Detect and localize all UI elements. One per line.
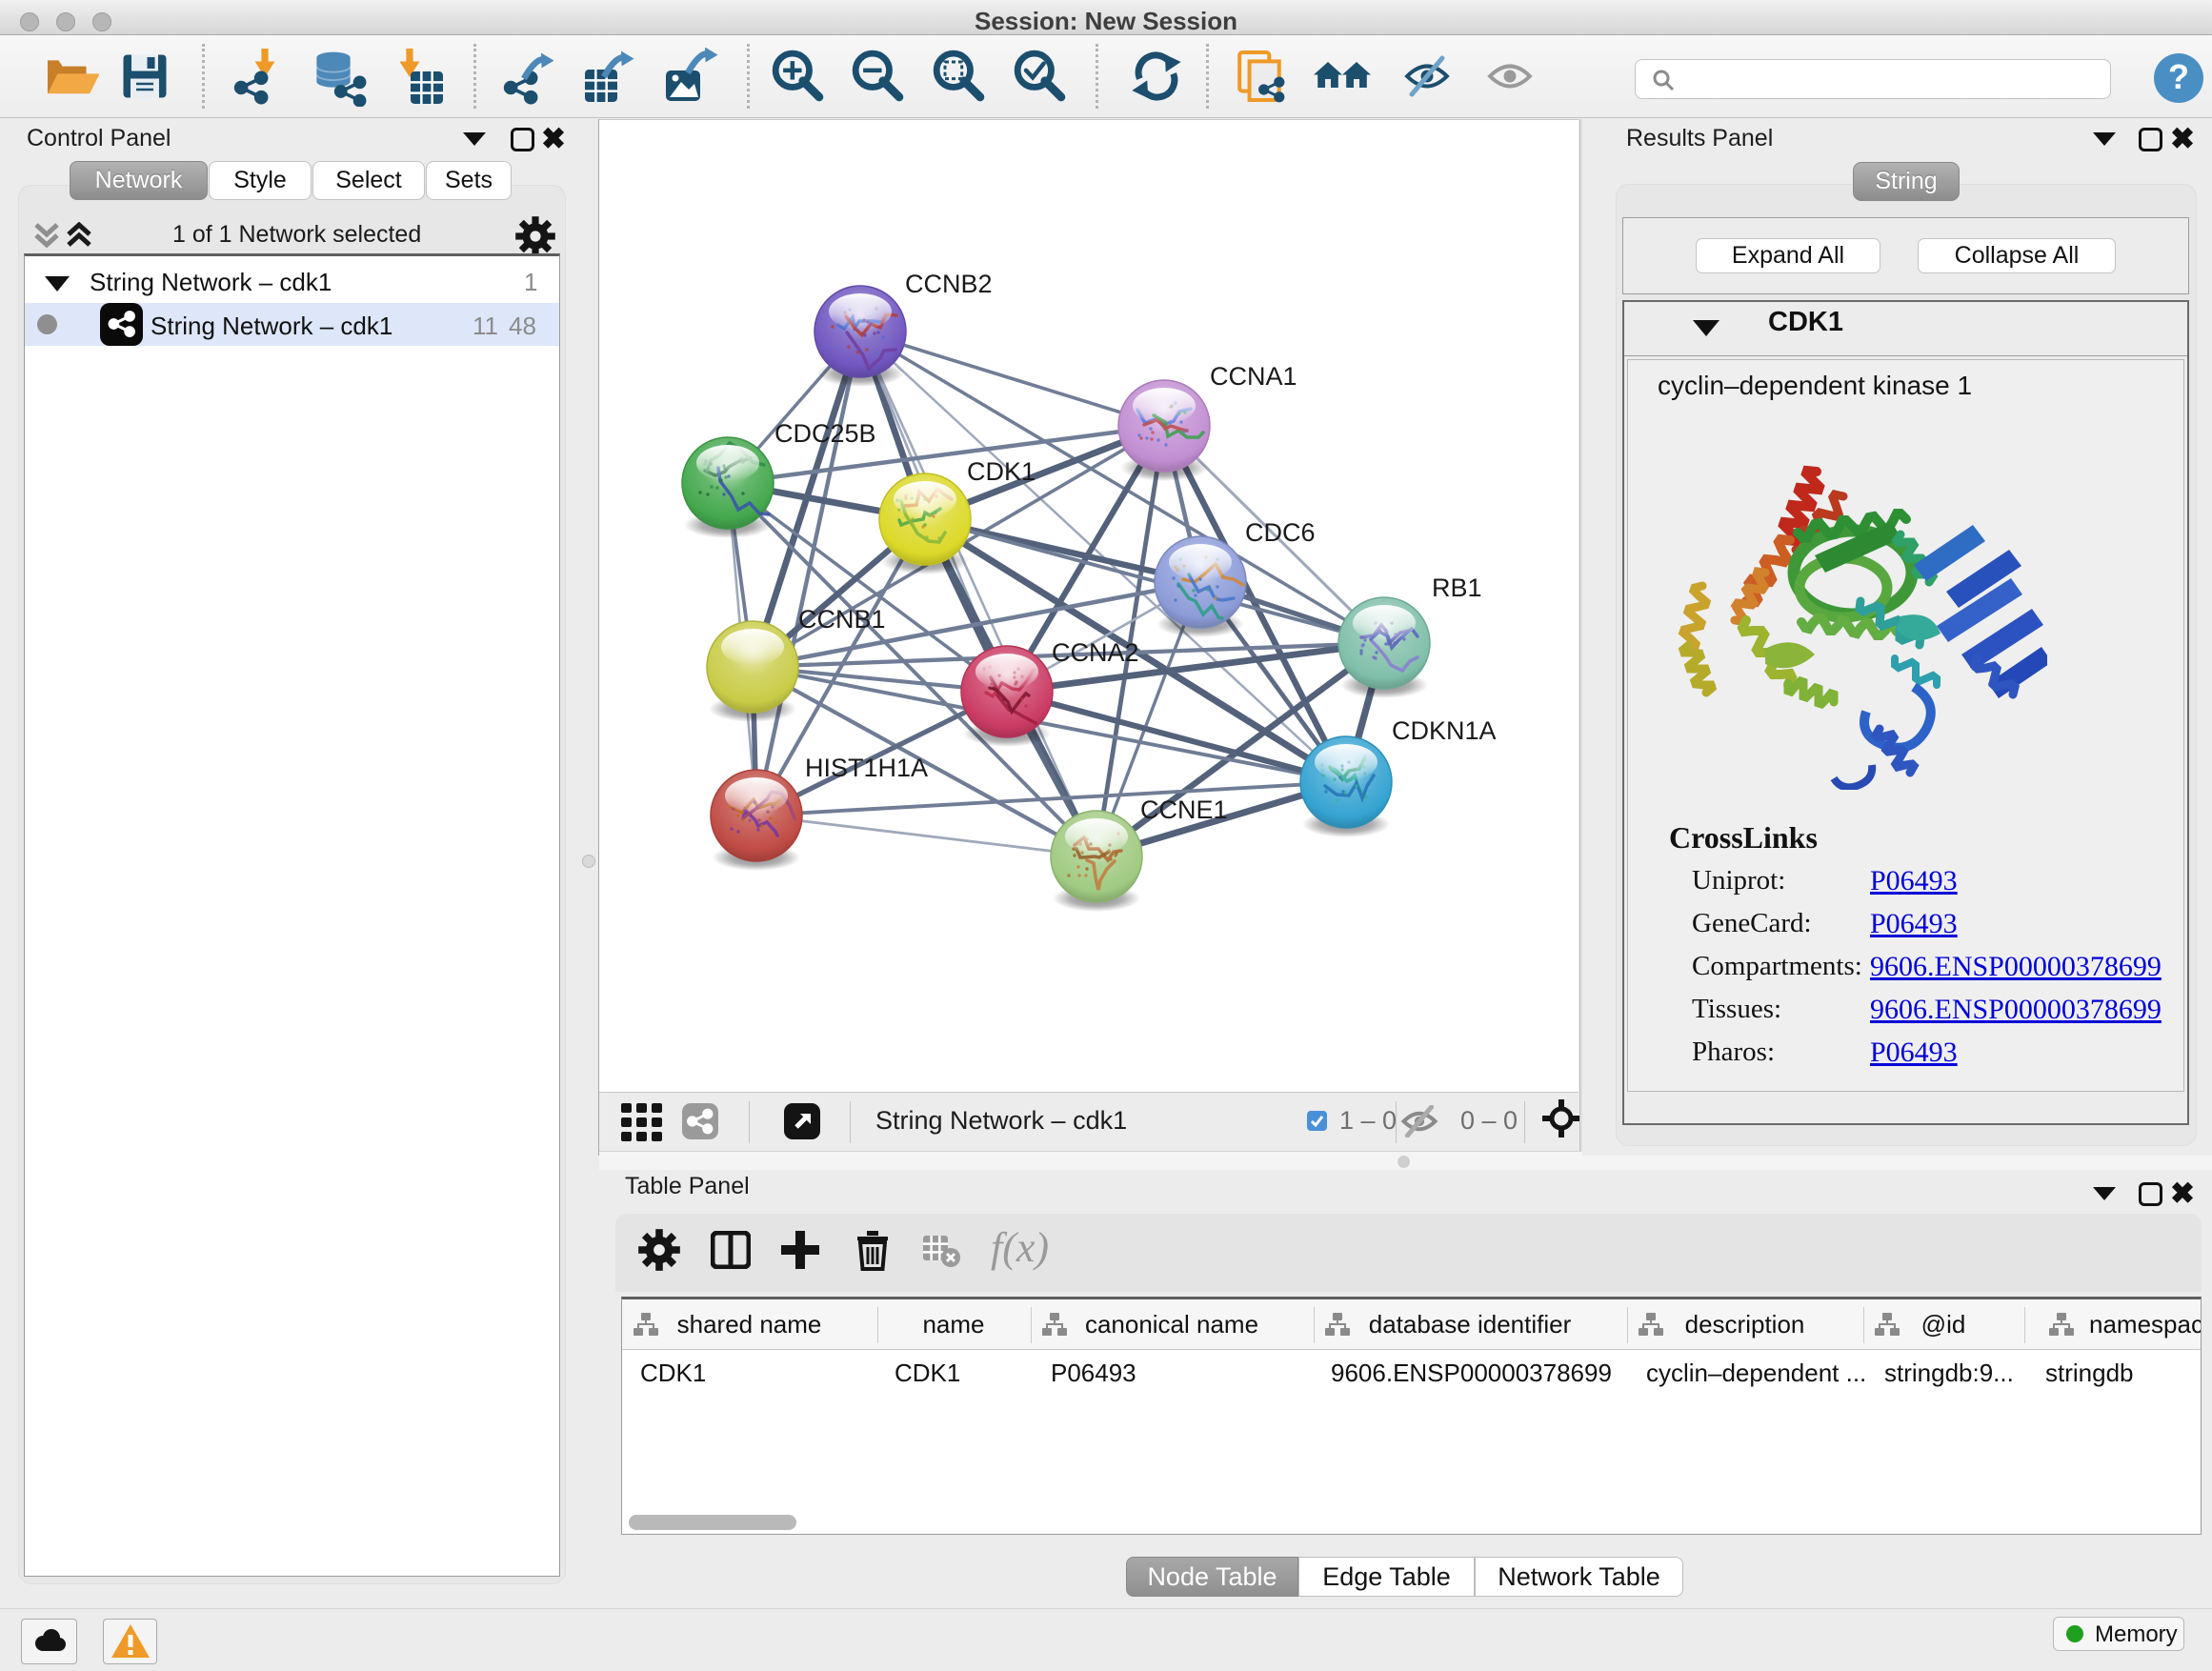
svg-text:RB1: RB1 <box>1432 574 1482 602</box>
svg-text:CDC6: CDC6 <box>1245 518 1316 547</box>
svg-text:CDK1: CDK1 <box>967 457 1036 486</box>
svg-text:CCNA1: CCNA1 <box>1210 362 1297 391</box>
svg-text:CCNE1: CCNE1 <box>1140 795 1228 824</box>
svg-text:CCNB2: CCNB2 <box>905 270 993 298</box>
svg-text:CCNA2: CCNA2 <box>1052 638 1139 667</box>
svg-text:CDKN1A: CDKN1A <box>1392 716 1497 745</box>
svg-text:HIST1H1A: HIST1H1A <box>805 754 928 782</box>
svg-text:CDC25B: CDC25B <box>774 419 876 448</box>
svg-text:CCNB1: CCNB1 <box>798 605 886 634</box>
